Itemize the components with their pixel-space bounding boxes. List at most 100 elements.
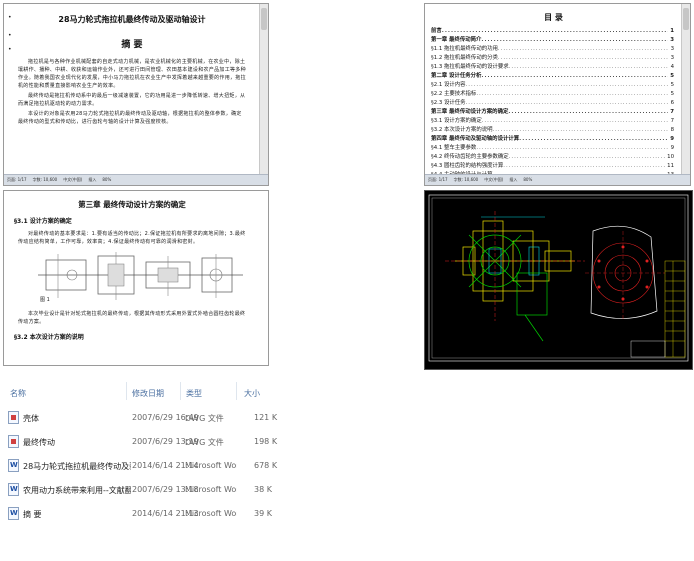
- toc-leader-dots: [481, 36, 668, 45]
- toc-entry[interactable]: §1.1 拖拉机最终传动的功用 3: [431, 45, 674, 54]
- toc-page-number: 5: [670, 73, 674, 79]
- toc-entry-text: §4.3 圆柱齿轮的结构强度计算: [431, 163, 504, 169]
- paragraph-mark: •: [8, 14, 12, 21]
- toc-leader-dots: [476, 144, 668, 153]
- toc-entry[interactable]: §2.3 设计任务 6: [431, 99, 674, 108]
- file-row[interactable]: 壳体 2007/6/29 16:49 DWG 文件 121 K: [0, 407, 277, 429]
- toc-leader-dots: [498, 45, 669, 54]
- toc-page-number: 9: [670, 136, 674, 142]
- status-bar: 页面: 1/17 字数: 10,600 中文(中国) 插入 80%: [425, 174, 690, 185]
- cad-assembly-drawing: [428, 194, 689, 362]
- toc-title: 目 录: [544, 13, 563, 22]
- toc-leader-dots: [508, 108, 668, 117]
- toc-entry[interactable]: §1.2 拖拉机最终传动的分类 3: [431, 54, 674, 63]
- toc-entry[interactable]: §4.2 终传动齿轮的主要参数确定 10: [431, 153, 674, 162]
- document-title: 28马力轮式拖拉机最终传动及驱动轴设计: [58, 15, 206, 24]
- toc-entry[interactable]: 第四章 最终传动及驱动轴的设计计算 9: [431, 135, 674, 144]
- toc-entry[interactable]: §2.2 主要技术指标 5: [431, 90, 674, 99]
- file-size: 38 K: [254, 485, 272, 494]
- paragraph-mark: •: [8, 46, 12, 53]
- column-type[interactable]: 类型: [186, 388, 202, 399]
- toc-entry-text: §2.2 主要技术指标: [431, 91, 477, 97]
- toc-entry[interactable]: §3.2 本次设计方案的说明 8: [431, 126, 674, 135]
- cad-drawing-preview[interactable]: [424, 190, 693, 370]
- toc-entry-text: 前言: [431, 28, 442, 34]
- body-paragraph: 最终传动是拖拉机传动系中的最后一级减速装置，它的功用是进一步降低转速、增大扭矩，…: [18, 93, 246, 107]
- section-heading: §3.2 本次设计方案的说明: [14, 334, 84, 341]
- toc-page-number: 11: [667, 163, 674, 169]
- transmission-diagram: 图 1: [38, 250, 243, 304]
- doc-page: 目 录 前言1第一章 最终传动简介3§1.1 拖拉机最终传动的功用3§1.2 拖…: [425, 4, 682, 175]
- body-paragraph: 对最终传动的基本要求是：1.要有适当的传动比；2.保证拖拉机有所要求的离地间隙；…: [18, 231, 246, 245]
- toc-page-number: 6: [670, 100, 674, 106]
- toc-page-number: 3: [670, 46, 674, 52]
- column-size[interactable]: 大小: [244, 388, 260, 399]
- toc-entry-text: 第一章 最终传动简介: [431, 37, 482, 43]
- toc-leader-dots: [509, 153, 665, 162]
- toc-entry[interactable]: 第三章 最终传动设计方案的确定 7: [431, 108, 674, 117]
- toc-page-number: 3: [670, 37, 674, 43]
- file-type: Microsoft Word ...: [185, 461, 237, 470]
- toc-page-number: 9: [670, 145, 674, 151]
- file-explorer-list: 名称 修改日期 类型 大小 壳体 2007/6/29 16:49 DWG 文件 121…: [0, 374, 278, 561]
- toc-entry[interactable]: §4.1 整车主要参数 9: [431, 144, 674, 153]
- toc-leader-dots: [466, 99, 669, 108]
- paragraph-mark: •: [8, 32, 12, 39]
- word-document-icon: [8, 483, 19, 496]
- toc-entry[interactable]: §2.1 设计内容 5: [431, 81, 674, 90]
- toc-page-number: 4: [670, 64, 674, 70]
- vertical-scrollbar[interactable]: [681, 4, 690, 175]
- doc-preview-chapter3[interactable]: 第三章 最终传动设计方案的确定 §3.1 设计方案的确定 对最终传动的基本要求是…: [3, 190, 269, 366]
- body-paragraph: 本次毕业设计是针对轮式拖拉机的最终传动，根据其传动形式采用外置式外啮合圆柱齿轮最…: [18, 311, 246, 325]
- toc-entry-text: 第四章 最终传动及驱动轴的设计计算: [431, 136, 520, 142]
- toc-entry[interactable]: §1.3 拖拉机最终传动的设计要求 4: [431, 63, 674, 72]
- status-bar: 页面: 1/17 字数: 10,600 中文(中国) 插入 80%: [4, 174, 268, 185]
- toc-entry[interactable]: 第一章 最终传动简介 3: [431, 36, 674, 45]
- doc-preview-toc[interactable]: 目 录 前言1第一章 最终传动简介3§1.1 拖拉机最终传动的功用3§1.2 拖…: [424, 3, 691, 186]
- toc-leader-dots: [466, 81, 669, 90]
- toc-entry-text: §4.2 终传动齿轮的主要参数确定: [431, 154, 509, 160]
- vertical-scrollbar[interactable]: [259, 4, 268, 175]
- toc-entry-text: 第二章 设计任务分析: [431, 73, 482, 79]
- body-paragraph: 拖拉机是与各种作业机械配套的自走式动力机械，是农业机械化的主要机械，在农业中，除…: [18, 59, 246, 89]
- word-document-icon: [8, 459, 19, 472]
- toc-leader-dots: [493, 126, 669, 135]
- file-type: Microsoft Word ...: [185, 509, 237, 518]
- file-row[interactable]: 28马力轮式拖拉机最终传动及驱动轴设...2014/6/14 21:14Micr…: [0, 455, 278, 477]
- column-name[interactable]: 名称: [10, 388, 26, 399]
- file-name: 农用动力系统带来利用--文献翻译: [23, 486, 131, 495]
- toc-entry[interactable]: §3.1 设计方案的确定 7: [431, 117, 674, 126]
- column-date[interactable]: 修改日期: [132, 388, 164, 399]
- file-size: 678 K: [254, 461, 278, 470]
- column-header: 名称 修改日期 类型 大小: [0, 382, 276, 402]
- toc-entry[interactable]: 第二章 设计任务分析 5: [431, 72, 674, 81]
- toc-entry[interactable]: 前言 1: [431, 27, 674, 36]
- toc-entry[interactable]: §4.3 圆柱齿轮的结构强度计算 11: [431, 162, 674, 171]
- toc-page-number: 5: [670, 91, 674, 97]
- toc-leader-dots: [519, 135, 668, 144]
- file-type: Microsoft Word ...: [185, 485, 237, 494]
- toc-entry-text: §1.2 拖拉机最终传动的分类: [431, 55, 498, 61]
- toc-entry-text: §1.3 拖拉机最终传动的设计要求: [431, 64, 509, 70]
- dwg-file-icon: [8, 435, 19, 448]
- dwg-file-icon: [8, 411, 19, 424]
- file-row[interactable]: 最终传动 2007/6/29 13:19 DWG 文件 198 K: [0, 431, 277, 453]
- file-row[interactable]: 农用动力系统带来利用--文献翻译2007/6/29 13:18Microsoft…: [0, 479, 276, 501]
- toc-leader-dots: [481, 72, 668, 81]
- file-name: 最终传动: [23, 438, 55, 447]
- file-type: DWG 文件: [185, 414, 224, 423]
- toc-page-number: 8: [670, 127, 674, 133]
- file-row[interactable]: 摘 要2014/6/14 21:13Microsoft Word ...39 K: [0, 503, 276, 525]
- word-document-icon: [8, 507, 19, 520]
- toc-leader-dots: [498, 54, 669, 63]
- toc-leader-dots: [503, 162, 665, 171]
- file-name: 28马力轮式拖拉机最终传动及驱动轴设...: [23, 462, 131, 471]
- toc-page-number: 10: [667, 154, 674, 160]
- toc-entry-text: §4.1 整车主要参数: [431, 145, 477, 151]
- toc-entry-text: §2.3 设计任务: [431, 100, 466, 106]
- section-heading: §3.1 设计方案的确定: [14, 218, 72, 225]
- doc-preview-abstract[interactable]: • 28马力轮式拖拉机最终传动及驱动轴设计 • 摘 要 • 拖拉机是与各种作业机…: [3, 3, 269, 186]
- toc-page-number: 7: [670, 118, 674, 124]
- file-size: 39 K: [254, 509, 272, 518]
- body-paragraph: 本设计的对象是农用28马力轮式拖拉机的最终传动及驱动轴，根据拖拉机的整体参数，确…: [18, 111, 242, 125]
